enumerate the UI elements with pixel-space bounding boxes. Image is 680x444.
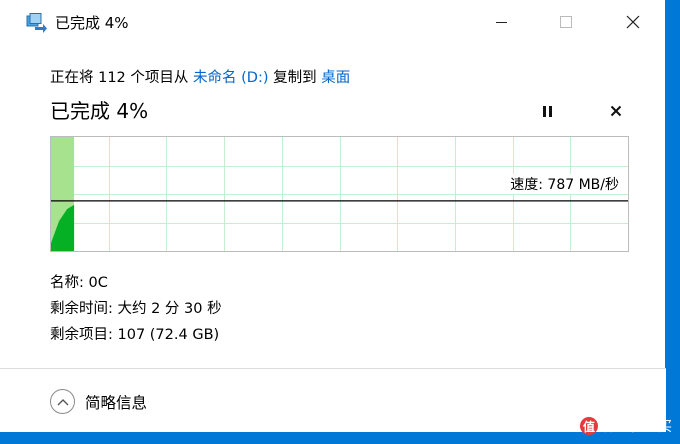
copy-prefix: 正在将 112 个项目从 — [50, 70, 194, 86]
watermark-text: 什么值得买 — [602, 419, 672, 435]
watermark: 值 什么值得买 — [580, 416, 672, 436]
items-remaining: 剩余项目: 107 (72.4 GB) — [50, 327, 220, 343]
pause-button[interactable] — [536, 100, 558, 122]
maximize-button[interactable] — [543, 8, 589, 36]
cancel-button[interactable] — [605, 100, 627, 122]
speed-graph: 速度: 787 MB/秒 — [50, 136, 629, 252]
cancel-icon — [610, 105, 622, 117]
less-details-label: 简略信息 — [85, 393, 148, 412]
pause-icon-bar-left — [542, 105, 546, 117]
chevron-up-icon — [50, 389, 75, 414]
pause-icon-bar-right — [548, 105, 552, 117]
watermark-logo-icon: 值 — [580, 417, 598, 435]
time-remaining: 剩余时间: 大约 2 分 30 秒 — [50, 301, 222, 317]
file-name: 名称: 0C — [50, 275, 108, 291]
less-details-button[interactable]: 简略信息 — [50, 389, 147, 414]
progress-title: 已完成 4% — [50, 99, 149, 123]
maximize-icon — [560, 16, 572, 28]
speed-graph-svg — [51, 137, 628, 251]
copy-middle: 复制到 — [268, 70, 322, 86]
close-icon — [626, 15, 640, 29]
minimize-icon — [495, 21, 507, 23]
close-button[interactable] — [610, 8, 656, 36]
speed-label: 速度: 787 MB/秒 — [509, 174, 620, 194]
minimize-button[interactable] — [478, 8, 524, 36]
copy-files-icon — [26, 13, 47, 33]
copy-description: 正在将 112 个项目从 未命名 (D:) 复制到 桌面 — [50, 66, 350, 87]
destination-link[interactable]: 桌面 — [321, 70, 350, 86]
window-title: 已完成 4% — [55, 14, 129, 32]
copy-dialog: 已完成 4% 正在将 112 个项目从 未命名 (D:) 复制到 桌面 已完成 … — [0, 0, 666, 432]
source-link[interactable]: 未命名 (D:) — [193, 70, 268, 86]
graph-grid — [51, 137, 628, 251]
dialog-footer: 简略信息 — [0, 368, 666, 432]
title-bar[interactable]: 已完成 4% — [0, 0, 666, 44]
